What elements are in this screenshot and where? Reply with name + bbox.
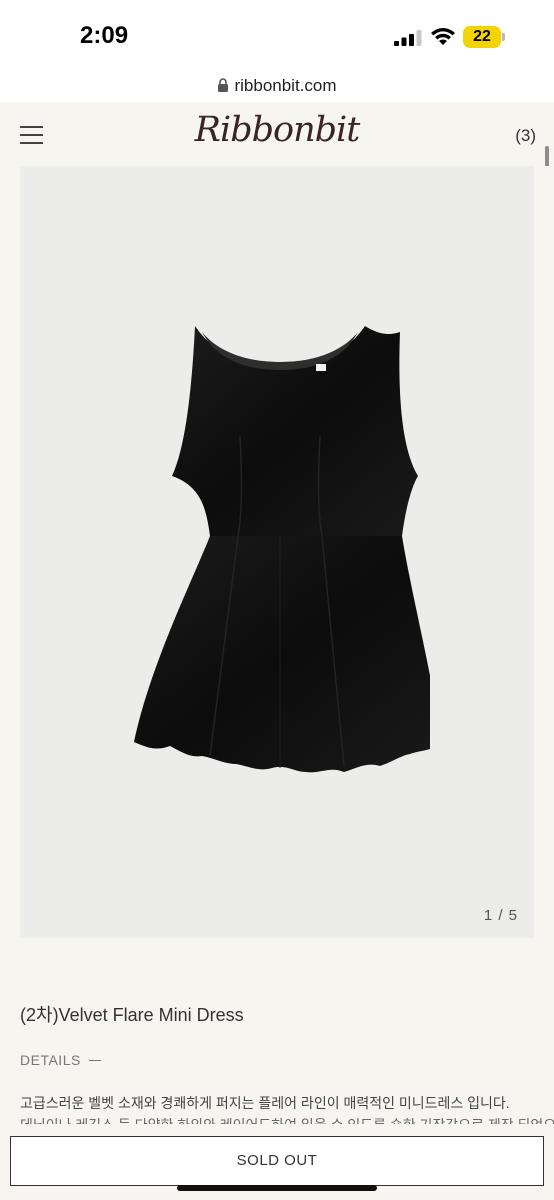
browser-url-bar[interactable]: ribbonbit.com [0, 72, 554, 102]
status-bar: 2:09 22 [0, 0, 554, 72]
wifi-icon [431, 28, 455, 45]
sold-out-button[interactable]: SOLD OUT [10, 1136, 544, 1186]
product-title: (2차)Velvet Flare Mini Dress [20, 1005, 244, 1025]
cellular-signal-icon [394, 30, 422, 46]
url-text: ribbonbit.com [234, 76, 337, 95]
lock-icon [218, 78, 229, 92]
cart-count[interactable]: (3) [515, 126, 536, 146]
product-description-line: 고급스러운 벨벳 소재와 경쾌하게 퍼지는 플레어 라인이 매력적인 미니드레스… [20, 1095, 510, 1111]
collapse-dash-icon [88, 1060, 101, 1061]
site-logo[interactable]: Ribbonbit [0, 110, 554, 150]
status-time: 2:09 [80, 22, 129, 49]
details-label: DETAILS [20, 1052, 81, 1068]
dress-product-photo [134, 326, 430, 773]
product-image-carousel[interactable]: 1 / 5 [20, 166, 534, 938]
product-page: 1 / 5 (2차)Velvet Flare Mini Dress DETAIL… [0, 166, 554, 1200]
details-toggle[interactable]: DETAILS [20, 1052, 101, 1068]
battery-level: 22 [473, 28, 491, 45]
site-header: Ribbonbit (3) [0, 102, 554, 166]
home-indicator[interactable] [177, 1185, 377, 1191]
battery-icon: 22 [463, 26, 505, 48]
image-counter: 1 / 5 [483, 907, 518, 924]
